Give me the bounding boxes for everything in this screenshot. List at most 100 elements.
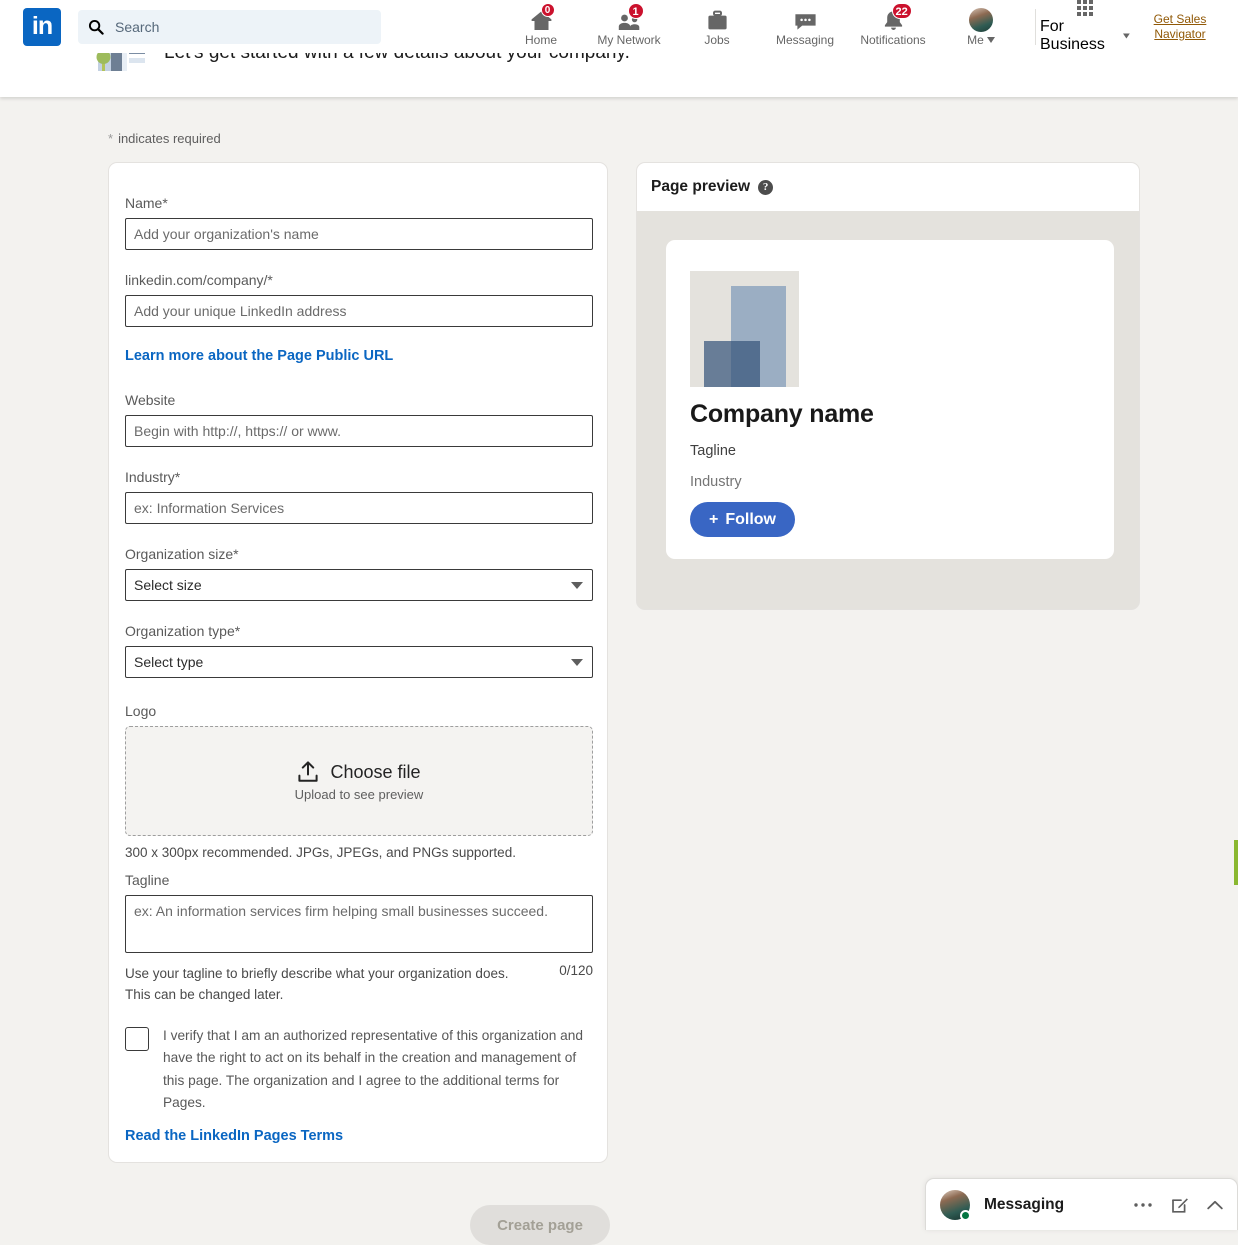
upload-preview-hint: Upload to see preview [295, 787, 424, 802]
field-logo: Logo Choose file Upload to see preview 3… [125, 703, 593, 861]
field-public-url: linkedin.com/company/* [125, 272, 593, 327]
org-size-select[interactable]: Select size [125, 569, 593, 601]
follow-button[interactable]: + Follow [690, 502, 795, 537]
chevron-down-icon [1123, 33, 1130, 39]
chevron-up-icon[interactable] [1207, 1200, 1223, 1210]
page-sub-header: Let's get started with a few details abo… [0, 53, 1238, 97]
name-label: Name* [125, 195, 593, 212]
logo-label: Logo [125, 703, 593, 720]
nav-label-messaging: Messaging [776, 33, 834, 47]
messaging-avatar [940, 1190, 970, 1220]
logo-upload-dropzone[interactable]: Choose file Upload to see preview [125, 726, 593, 836]
company-details-form: Name* linkedin.com/company/* Learn more … [108, 162, 608, 1163]
preview-company-card: Company name Tagline Industry + Follow [666, 240, 1114, 559]
field-name: Name* [125, 195, 593, 250]
search-input[interactable] [113, 18, 371, 36]
industry-label: Industry* [125, 469, 593, 486]
upload-icon [297, 760, 319, 784]
network-icon: 1 [617, 7, 642, 32]
avatar [969, 8, 993, 32]
edge-indicator-strip [1234, 840, 1238, 885]
sales-navigator-line2: Navigator [1144, 27, 1216, 42]
nav-item-jobs[interactable]: Jobs [673, 1, 761, 53]
tagline-textarea[interactable] [125, 895, 593, 953]
field-industry: Industry* [125, 469, 593, 524]
page-title: Let's get started with a few details abo… [164, 53, 630, 75]
nav-label-home: Home [525, 33, 557, 47]
nav-label-me: Me [967, 33, 995, 47]
nav-item-notifications[interactable]: 22 Notifications [849, 1, 937, 53]
nav-divider [1035, 9, 1036, 45]
nav-item-home[interactable]: 0 Home [497, 1, 585, 53]
message-bubble-icon [793, 7, 818, 32]
my-network-badge: 1 [628, 3, 644, 19]
for-business-text: For Business [1040, 18, 1119, 54]
for-business-menu[interactable]: For Business [1040, 1, 1130, 53]
global-navigation-bar: in 0 Home [0, 0, 1238, 53]
page-preview-header: Page preview ? [637, 163, 1139, 211]
public-url-label: linkedin.com/company/* [125, 272, 593, 289]
field-org-size: Organization size* Select size [125, 546, 593, 601]
choose-file-label: Choose file [330, 762, 420, 783]
presence-indicator-icon [960, 1210, 971, 1221]
field-tagline: Tagline Use your tagline to briefly desc… [125, 872, 593, 1005]
field-org-type: Organization type* Select type [125, 623, 593, 678]
authorized-representative-text: I verify that I am an authorized represe… [163, 1025, 593, 1114]
field-website: Website [125, 392, 593, 447]
org-size-selected-value: Select size [134, 577, 202, 593]
create-page-button[interactable]: Create page [470, 1205, 610, 1245]
home-badge: 0 [541, 3, 555, 17]
search-box[interactable] [78, 10, 381, 44]
website-label: Website [125, 392, 593, 409]
verification-section: I verify that I am an authorized represe… [125, 1025, 593, 1145]
authorized-representative-checkbox[interactable] [125, 1027, 149, 1051]
avatar-icon [969, 7, 993, 32]
linkedin-logo-icon[interactable]: in [23, 8, 61, 46]
name-input[interactable] [125, 218, 593, 250]
compose-icon[interactable] [1171, 1196, 1189, 1214]
notifications-badge: 22 [892, 3, 912, 19]
preview-industry: Industry [690, 474, 742, 490]
chevron-down-icon [987, 37, 995, 43]
plus-icon: + [709, 511, 718, 529]
logo-placeholder-image [690, 271, 799, 387]
follow-label: Follow [725, 511, 776, 529]
tagline-character-counter: 0/120 [559, 963, 593, 978]
tagline-label: Tagline [125, 872, 593, 889]
page-preview-panel: Page preview ? Company name Tagline Indu… [636, 162, 1140, 610]
public-url-input[interactable] [125, 295, 593, 327]
industry-input[interactable] [125, 492, 593, 524]
org-type-selected-value: Select type [134, 654, 203, 670]
org-type-select[interactable]: Select type [125, 646, 593, 678]
required-indicator-note: *indicates required [108, 131, 221, 146]
briefcase-icon [705, 7, 730, 32]
get-sales-navigator-link[interactable]: Get Sales Navigator [1144, 12, 1216, 42]
me-label-text: Me [967, 33, 984, 47]
grid-apps-icon [1077, 0, 1093, 16]
page-preview-title: Page preview [651, 178, 750, 196]
bell-icon: 22 [881, 7, 906, 32]
nav-label-jobs: Jobs [704, 33, 729, 47]
website-input[interactable] [125, 415, 593, 447]
more-options-icon[interactable] [1133, 1202, 1153, 1208]
for-business-label: For Business [1040, 18, 1130, 54]
learn-more-public-url-link[interactable]: Learn more about the Page Public URL [125, 348, 393, 364]
messaging-dock-label: Messaging [984, 1196, 1064, 1214]
nav-items-group: 0 Home 1 My Network [497, 0, 1228, 53]
tagline-help-text: Use your tagline to briefly describe wha… [125, 963, 525, 1005]
org-type-label: Organization type* [125, 623, 593, 640]
nav-label-notifications: Notifications [860, 33, 925, 47]
linkedin-pages-terms-link[interactable]: Read the LinkedIn Pages Terms [125, 1128, 343, 1144]
home-icon: 0 [529, 7, 554, 32]
messaging-dock[interactable]: Messaging [925, 1178, 1238, 1230]
help-icon[interactable]: ? [758, 180, 773, 195]
org-size-label: Organization size* [125, 546, 593, 563]
nav-item-my-network[interactable]: 1 My Network [585, 1, 673, 53]
preview-tagline: Tagline [690, 443, 736, 459]
messaging-dock-actions [1133, 1196, 1223, 1214]
required-star: * [108, 131, 113, 146]
nav-item-me[interactable]: Me [937, 1, 1025, 53]
sales-navigator-line1: Get Sales [1144, 12, 1216, 27]
nav-item-messaging[interactable]: Messaging [761, 1, 849, 53]
search-icon [88, 19, 104, 35]
